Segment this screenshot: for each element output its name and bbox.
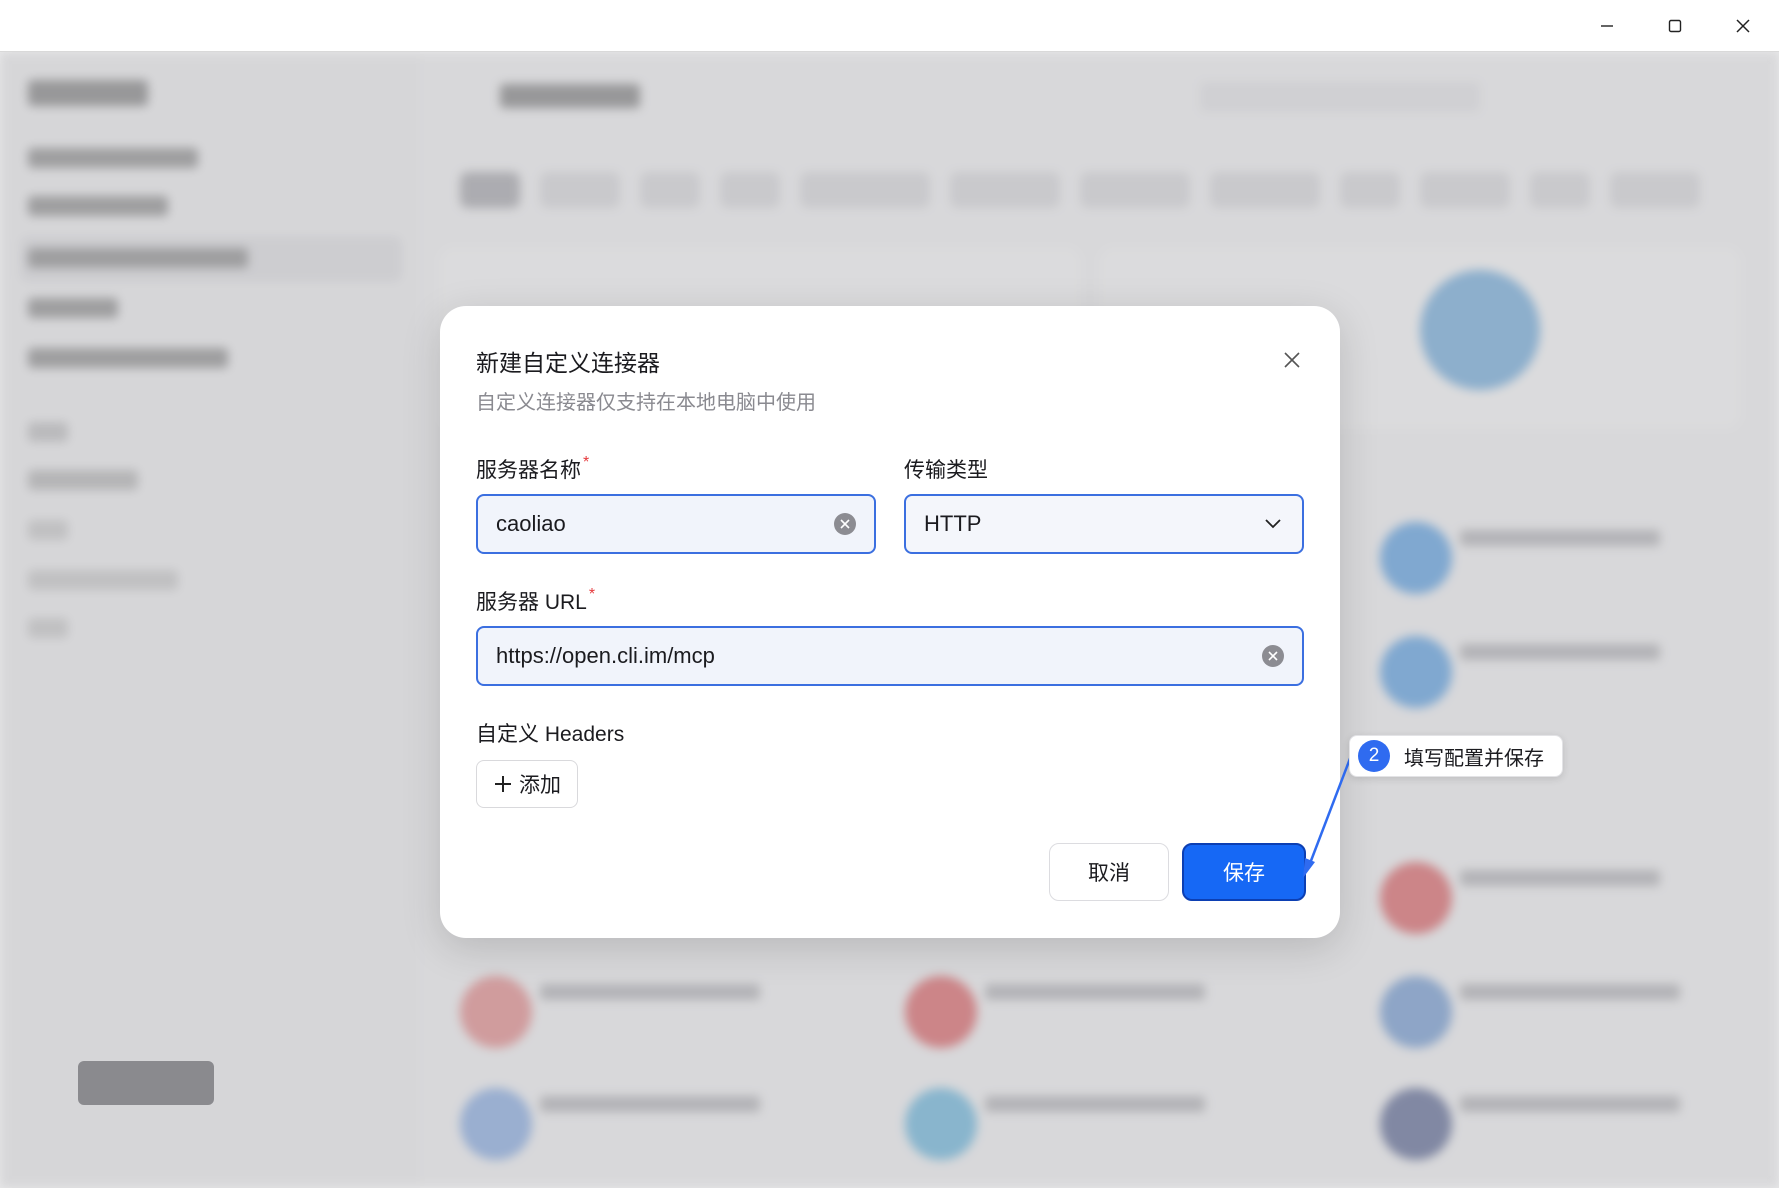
close-icon bbox=[1284, 352, 1300, 368]
cancel-button[interactable]: 取消 bbox=[1049, 843, 1169, 901]
server-url-value: https://open.cli.im/mcp bbox=[496, 643, 715, 668]
step-number-badge: 2 bbox=[1358, 740, 1390, 772]
server-name-input[interactable]: caoliao bbox=[476, 494, 876, 554]
add-header-button[interactable]: 添加 bbox=[476, 760, 578, 808]
step-annotation-text: 填写配置并保存 bbox=[1404, 747, 1544, 770]
transport-type-label: 传输类型 bbox=[904, 459, 988, 482]
new-connector-dialog: 新建自定义连接器 自定义连接器仅支持在本地电脑中使用 服务器名称 * caolia… bbox=[440, 306, 1340, 938]
dialog-subtitle: 自定义连接器仅支持在本地电脑中使用 bbox=[476, 392, 816, 414]
server-url-label: 服务器 URL * bbox=[476, 586, 595, 616]
close-icon bbox=[1736, 19, 1750, 33]
server-name-label-text: 服务器名称 bbox=[476, 459, 581, 482]
chevron-down-icon bbox=[1262, 513, 1284, 535]
dialog-title: 新建自定义连接器 bbox=[476, 350, 660, 376]
minimize-icon bbox=[1601, 25, 1613, 27]
save-button[interactable]: 保存 bbox=[1182, 843, 1306, 901]
plus-icon bbox=[495, 776, 511, 792]
maximize-icon bbox=[1668, 19, 1682, 33]
window-titlebar bbox=[0, 0, 1779, 52]
minimize-button[interactable] bbox=[1573, 0, 1641, 52]
server-url-label-text: 服务器 URL bbox=[476, 591, 587, 614]
clear-icon bbox=[1268, 651, 1278, 661]
add-header-label: 添加 bbox=[519, 774, 561, 797]
dialog-close-button[interactable] bbox=[1278, 346, 1306, 374]
server-name-label: 服务器名称 * bbox=[476, 454, 589, 484]
required-mark: * bbox=[588, 586, 596, 603]
clear-server-name-button[interactable] bbox=[834, 513, 856, 535]
maximize-button[interactable] bbox=[1641, 0, 1709, 52]
server-name-value: caoliao bbox=[496, 511, 566, 536]
transport-type-value: HTTP bbox=[924, 511, 982, 536]
user-profile-redacted bbox=[78, 1061, 214, 1105]
server-url-input[interactable]: https://open.cli.im/mcp bbox=[476, 626, 1304, 686]
clear-icon bbox=[840, 519, 850, 529]
close-window-button[interactable] bbox=[1709, 0, 1777, 52]
step-annotation: 2 填写配置并保存 bbox=[1349, 735, 1563, 777]
required-mark: * bbox=[583, 454, 590, 471]
clear-server-url-button[interactable] bbox=[1262, 645, 1284, 667]
custom-headers-label: 自定义 Headers bbox=[476, 723, 625, 746]
transport-type-select[interactable]: HTTP bbox=[904, 494, 1304, 554]
